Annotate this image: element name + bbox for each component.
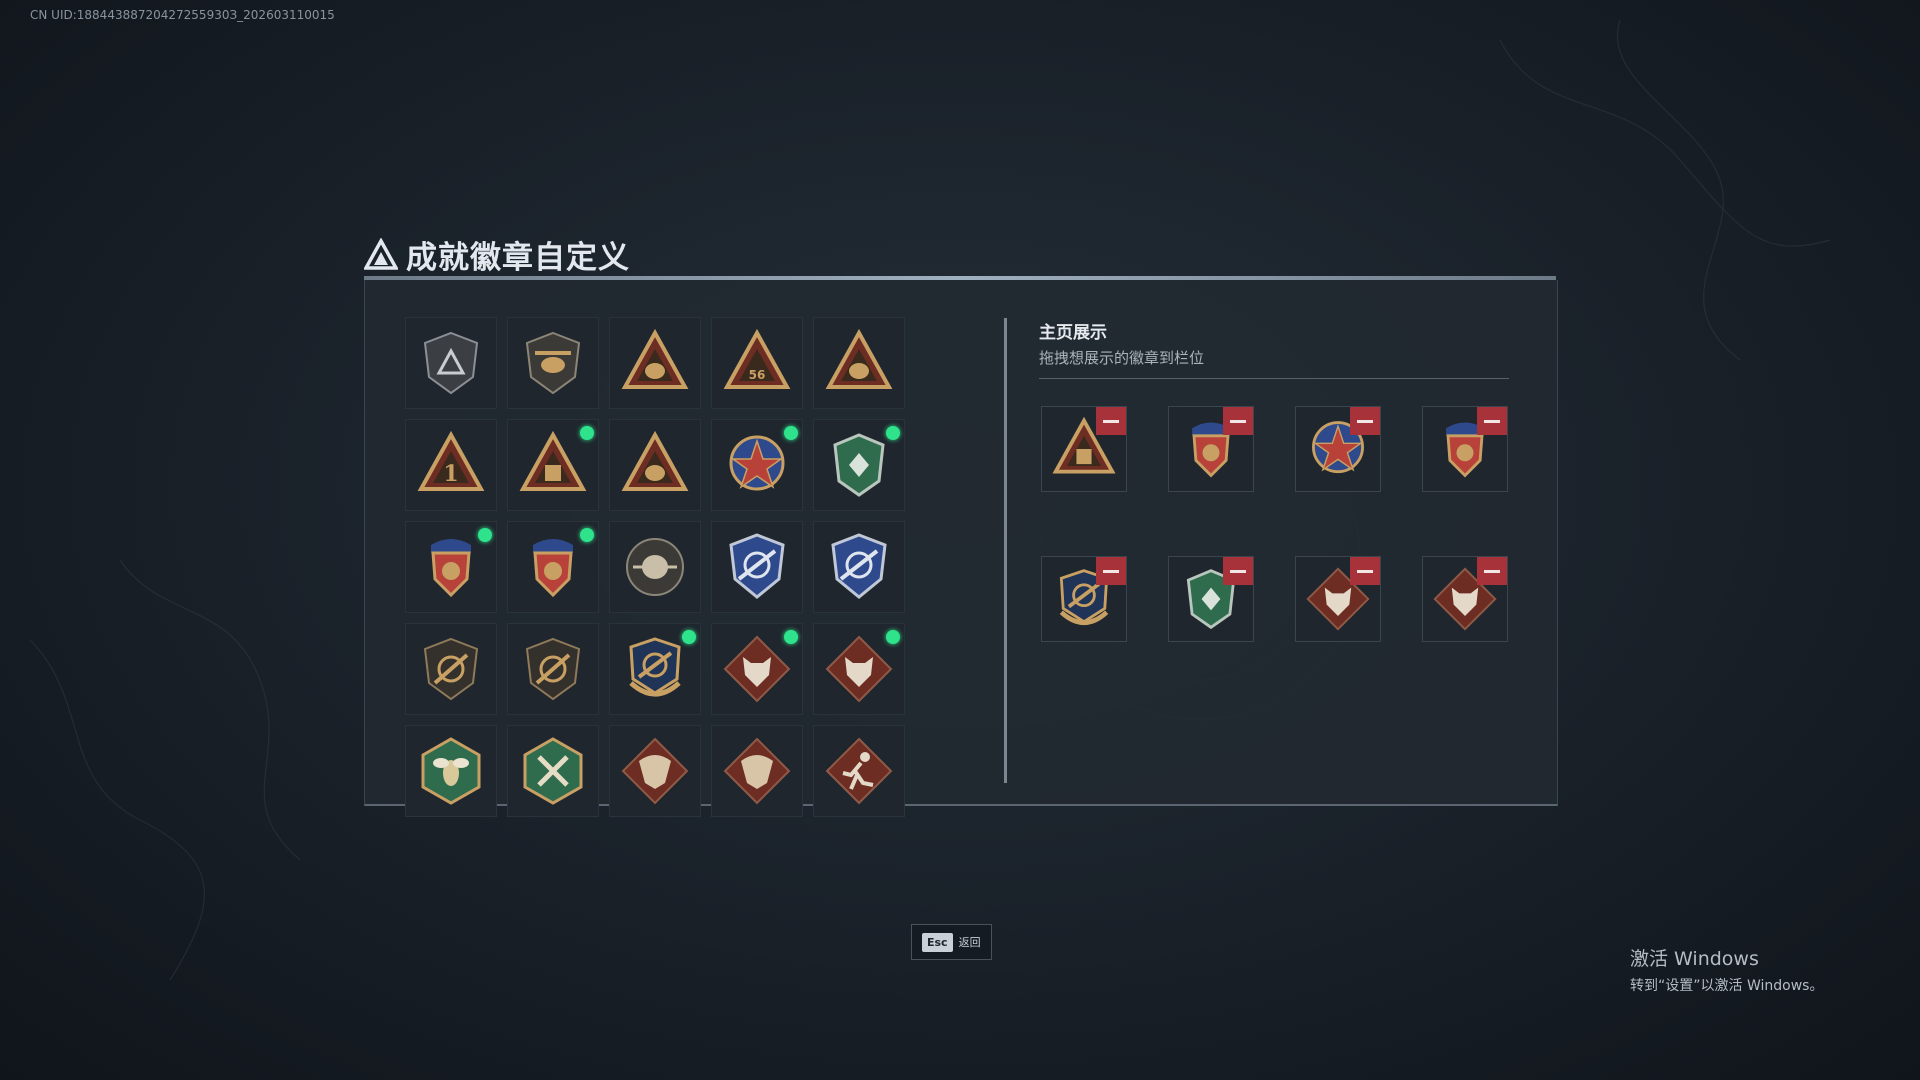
badge-cell[interactable]: [813, 623, 905, 715]
watermark-line-2: 转到“设置”以激活 Windows。: [1630, 978, 1824, 994]
showcase-slot[interactable]: [1422, 406, 1508, 492]
panel-divider: [1004, 318, 1007, 783]
badge-cell[interactable]: [405, 623, 497, 715]
remove-badge-button[interactable]: [1096, 557, 1126, 585]
showcase-divider: [1039, 378, 1509, 379]
tools-hexagon-badge-icon: [523, 737, 583, 805]
badge-cell[interactable]: [405, 521, 497, 613]
remove-badge-button[interactable]: [1477, 557, 1507, 585]
badge-cell[interactable]: [711, 419, 803, 511]
badge-cell[interactable]: [609, 623, 701, 715]
badge-cell[interactable]: [813, 521, 905, 613]
showcase-title: 主页展示: [1039, 323, 1107, 343]
bee-hexagon-badge-icon: [421, 737, 481, 805]
windows-activation-watermark: 激活 Windows 转到“设置”以激活 Windows。: [1630, 944, 1823, 995]
red-crest-badge-icon: [431, 539, 471, 598]
remove-badge-button[interactable]: [1223, 407, 1253, 435]
dragon-diamond-badge-icon: [621, 737, 689, 805]
new-indicator-dot: [784, 426, 798, 440]
badge-cell[interactable]: [507, 419, 599, 511]
new-indicator-dot: [784, 630, 798, 644]
showcase-slot[interactable]: [1041, 556, 1127, 642]
red-star-medal-badge-icon: [729, 435, 785, 491]
new-indicator-dot: [580, 426, 594, 440]
badge-cell[interactable]: [609, 521, 701, 613]
showcase-subtitle: 拖拽想展示的徽章到栏位: [1039, 349, 1205, 367]
wolf-diamond-badge-2-icon: [825, 635, 893, 703]
badge-cell[interactable]: [507, 725, 599, 817]
remove-badge-button[interactable]: [1477, 407, 1507, 435]
remove-badge-button[interactable]: [1350, 407, 1380, 435]
badge-cell[interactable]: [711, 725, 803, 817]
dragon-diamond-badge-2-icon: [723, 737, 791, 805]
badge-cell[interactable]: [813, 317, 905, 409]
dark-rifle-shield-badge-2-icon: [525, 637, 581, 701]
gold-rifle-shield-badge-icon: [629, 637, 681, 697]
badge-cell[interactable]: [405, 725, 497, 817]
showcase-slot[interactable]: [1422, 556, 1508, 642]
runner-diamond-badge-icon: [825, 737, 893, 805]
badge-panel: 56 1 主页展示 拖拽想展示的徽章到栏位: [364, 280, 1558, 817]
badge-cell[interactable]: [609, 317, 701, 409]
svg-text:56: 56: [749, 368, 766, 382]
helicopter-badge-icon: [525, 331, 581, 395]
showcase-slot[interactable]: [1295, 556, 1381, 642]
remove-badge-button[interactable]: [1223, 557, 1253, 585]
triangle-soldier-badge-icon: [621, 430, 689, 491]
new-indicator-dot: [682, 630, 696, 644]
new-indicator-dot: [886, 630, 900, 644]
badge-cell[interactable]: [711, 623, 803, 715]
triangle-number-one-badge-icon: 1: [417, 430, 485, 491]
badge-cell[interactable]: [711, 521, 803, 613]
red-crest-badge-2-icon: [533, 539, 573, 598]
triangle-serpent-badge-icon: [621, 328, 689, 389]
svg-text:1: 1: [443, 461, 458, 487]
showcase-slot[interactable]: [1041, 406, 1127, 492]
watermark-line-1: 激活 Windows: [1630, 948, 1759, 970]
triangle-crate-badge-icon: [519, 430, 587, 491]
round-skull-badge-icon: [626, 538, 684, 596]
showcase-slots: [1041, 406, 1511, 642]
new-indicator-dot: [478, 528, 492, 542]
remove-badge-button[interactable]: [1096, 407, 1126, 435]
wolf-diamond-badge-icon: [723, 635, 791, 703]
showcase-header: 主页展示 拖拽想展示的徽章到栏位: [1039, 318, 1509, 379]
dark-rifle-shield-badge-icon: [423, 637, 479, 701]
badge-cell[interactable]: [813, 419, 905, 511]
badge-grid: 56 1: [405, 317, 1005, 817]
badge-cell[interactable]: [609, 725, 701, 817]
badge-cell[interactable]: [405, 317, 497, 409]
blue-rifle-shield-badge-icon: [729, 533, 785, 599]
badge-cell[interactable]: [507, 317, 599, 409]
page-title: 成就徽章自定义: [406, 240, 630, 276]
new-indicator-dot: [886, 426, 900, 440]
shield-delta-badge-icon: [423, 331, 479, 395]
badge-cell[interactable]: [813, 725, 905, 817]
page-header: 成就徽章自定义: [364, 232, 630, 277]
new-indicator-dot: [580, 528, 594, 542]
delta-logo-icon: [364, 237, 398, 270]
esc-key-icon: Esc: [922, 932, 953, 952]
badge-cell[interactable]: 1: [405, 419, 497, 511]
green-emblem-badge-icon: [833, 433, 885, 497]
showcase-slot[interactable]: [1168, 406, 1254, 492]
badge-cell[interactable]: 56: [711, 317, 803, 409]
badge-cell[interactable]: [507, 623, 599, 715]
showcase-slot[interactable]: [1168, 556, 1254, 642]
remove-badge-button[interactable]: [1350, 557, 1380, 585]
triangle-wings-badge-icon: [825, 328, 893, 389]
showcase-slot[interactable]: [1295, 406, 1381, 492]
badge-cell[interactable]: [507, 521, 599, 613]
back-button[interactable]: Esc 返回: [911, 924, 992, 960]
uid-text: CN UID:18844388720427255930З_20260311001…: [30, 8, 335, 22]
badge-cell[interactable]: [609, 419, 701, 511]
blue-rifle-shield-badge-2-icon: [831, 533, 887, 599]
triangle-56-badge-icon: 56: [723, 328, 791, 389]
back-label: 返回: [958, 936, 981, 949]
